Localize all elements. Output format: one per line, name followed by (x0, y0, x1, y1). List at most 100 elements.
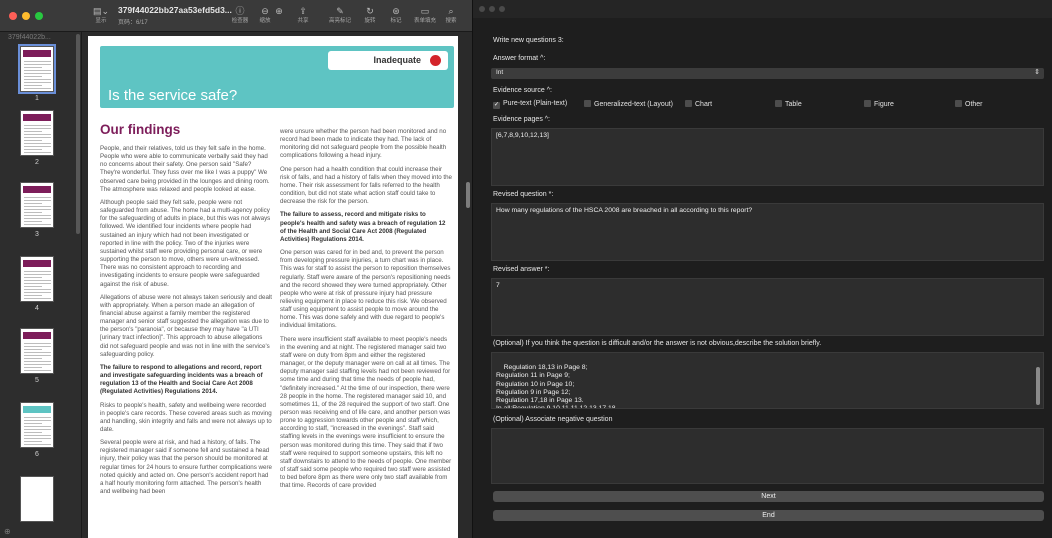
chevron-updown-icon: ⇕ (1034, 69, 1040, 76)
evidence-source-checkbox[interactable]: ✓ Pure-text (Plain-text) (493, 100, 567, 109)
page-thumbnail[interactable] (20, 110, 54, 156)
zoom-window-button[interactable] (35, 12, 43, 20)
negative-question-input[interactable] (491, 428, 1044, 484)
minimize-window-button[interactable] (22, 12, 30, 20)
text-column-left: Our findings People, and their relatives… (100, 122, 272, 501)
form-fill-button[interactable]: ▭ 表单填充 (414, 5, 436, 29)
markup-icon: ⊛ (392, 6, 400, 16)
body-paragraph: Several people were at risk, and had a h… (100, 439, 272, 496)
thumbnail-text-line (24, 420, 51, 421)
page-thumbnail[interactable] (18, 44, 56, 94)
pdf-page: Inadequate Is the service safe? Our find… (88, 36, 458, 538)
solution-label: (Optional) If you think the question is … (493, 340, 822, 347)
thumbnail-text-line (24, 432, 42, 433)
page-thumbnail[interactable] (20, 402, 54, 448)
thumbnail-text-line (24, 88, 51, 89)
evidence-source-checkbox[interactable]: Table (775, 100, 802, 108)
evidence-pages-input[interactable]: [6,7,8,9,10,12,13] (491, 128, 1044, 186)
evidence-source-checkbox[interactable]: Generalized-text (Layout) (584, 100, 673, 108)
rotate-button[interactable]: ↻ 旋转 (359, 5, 381, 29)
close-window-button[interactable] (9, 12, 17, 20)
thumbnail-text-line (24, 221, 42, 222)
pdf-toolbar: ▤⌄ 显示 379f44022bb27aa53efd5d3... 页码：6/17… (0, 0, 472, 32)
thumbnail-text-line (24, 355, 51, 356)
checkbox-box[interactable] (864, 100, 871, 107)
evidence-pages-label: Evidence pages ^: (493, 116, 550, 123)
end-button[interactable]: End (493, 510, 1044, 521)
thumbnail-text-line (24, 417, 51, 418)
page-thumbnail[interactable] (20, 476, 54, 522)
answer-format-label: Answer format ^: (493, 55, 546, 62)
zoom-window-button[interactable] (499, 6, 505, 12)
thumbnail-sidebar: 379f44022b... 1 2 3 4 5 6 ⊕ (0, 32, 82, 538)
thumbnail-header (23, 332, 51, 339)
share-button[interactable]: ⇪ 共享 (292, 5, 314, 29)
revised-answer-label: Revised answer *: (493, 266, 550, 273)
thumbnail-text-line (24, 143, 51, 144)
thumbnail-text-line (24, 271, 51, 272)
revised-question-label: Revised question *: (493, 191, 554, 198)
thumbnail-text-line (24, 441, 42, 442)
document-view[interactable]: Inadequate Is the service safe? Our find… (83, 32, 472, 538)
thumbnail-text-line (24, 346, 51, 347)
checkbox-label: Other (965, 101, 983, 108)
solution-textarea[interactable]: Regulation 18,13 in Page 8; Regulation 1… (491, 352, 1044, 409)
thumbnail-text-line (24, 76, 42, 77)
minimize-window-button[interactable] (489, 6, 495, 12)
revised-question-input[interactable]: How many regulations of the HSCA 2008 ar… (491, 203, 1044, 261)
thumbnail-header (23, 260, 51, 267)
thumbnail-number: 4 (35, 305, 39, 312)
rating-dot-icon (430, 55, 441, 66)
page-thumbnail[interactable] (20, 256, 54, 302)
thumbnail-number: 5 (35, 377, 39, 384)
body-paragraph: Allegations of abuse were not always tak… (100, 293, 272, 358)
thumbnail-text-line (24, 82, 51, 83)
checkbox-box[interactable] (584, 100, 591, 107)
text-column-right: were unsure whether the person had been … (280, 128, 452, 496)
rating-badge: Inadequate (328, 51, 448, 70)
thumbnail-text-line (24, 283, 51, 284)
checkbox-box[interactable] (685, 100, 692, 107)
answer-format-select[interactable]: Int ⇕ (491, 68, 1044, 79)
checkmark-icon[interactable]: ✓ (493, 102, 500, 109)
checkbox-box[interactable] (955, 100, 962, 107)
thumbnail-text-line (24, 203, 42, 204)
form-fill-icon: ▭ (420, 6, 430, 16)
page-thumbnail[interactable] (20, 182, 54, 228)
thumbnail-text-line (24, 224, 51, 225)
thumbnail-text-line (24, 289, 51, 290)
page-thumbnail[interactable] (20, 328, 54, 374)
thumbnail-text-line (24, 435, 51, 436)
highlight-button[interactable]: ✎ 高亮标记 (329, 5, 351, 29)
rotate-icon: ↻ (366, 6, 374, 16)
body-paragraph: One person had a health condition that c… (280, 165, 452, 206)
evidence-source-checkbox[interactable]: Other (955, 100, 983, 108)
toolbar-label: 搜索 (445, 18, 457, 24)
revised-answer-input[interactable]: 7 (491, 278, 1044, 336)
findings-heading: Our findings (100, 122, 181, 137)
document-title: 379f44022bb27aa53efd5d3... (118, 5, 232, 15)
thumbnail-text-line (24, 79, 51, 80)
thumbnail-text-line (24, 146, 51, 147)
thumbnail-text-line (24, 215, 51, 216)
next-button[interactable]: Next (493, 491, 1044, 502)
close-window-button[interactable] (479, 6, 485, 12)
search-button[interactable]: ⌕ 搜索 (440, 5, 462, 29)
sidebar-scrollbar[interactable] (76, 34, 80, 234)
thumbnail-text-line (24, 64, 51, 65)
evidence-source-checkbox[interactable]: Figure (864, 100, 894, 108)
checkbox-box[interactable] (775, 100, 782, 107)
thumbnail-text-line (24, 206, 51, 207)
evidence-source-checkbox[interactable]: Chart (685, 100, 712, 108)
markup-button[interactable]: ⊛ 标记 (385, 5, 407, 29)
thumbnail-text-line (24, 212, 42, 213)
pdf-viewer-window: ▤⌄ 显示 379f44022bb27aa53efd5d3... 页码：6/17… (0, 0, 472, 538)
thumbnail-number: 2 (35, 159, 39, 166)
thumbnail-text-line (24, 73, 51, 74)
document-scrollbar[interactable] (466, 182, 470, 208)
add-page-icon[interactable]: ⊕ (4, 527, 11, 536)
solution-scrollbar[interactable] (1036, 367, 1040, 405)
thumbnail-text-line (24, 298, 51, 299)
sidebar-toggle-button[interactable]: ▤⌄ 显示 (92, 5, 110, 29)
thumbnail-text-line (24, 85, 42, 86)
